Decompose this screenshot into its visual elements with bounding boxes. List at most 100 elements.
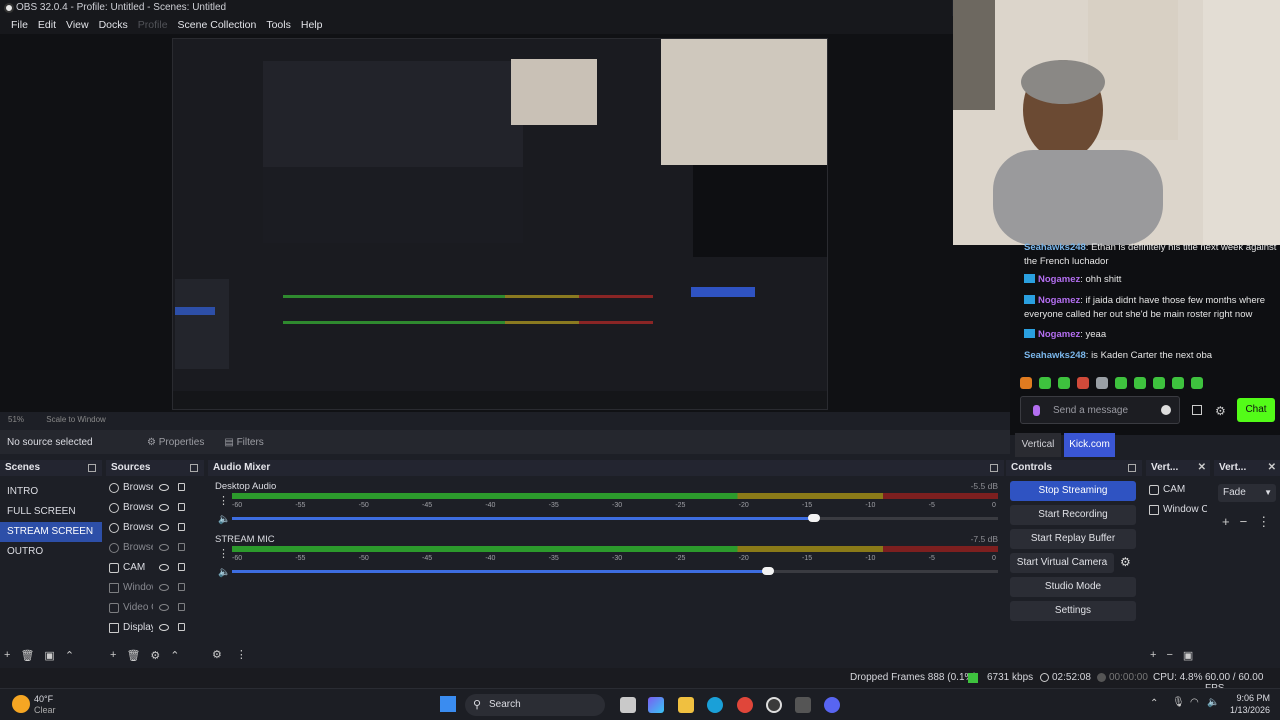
source-settings-icon[interactable]: ⚙ — [150, 649, 160, 662]
mixer-settings-icon[interactable]: ⚙ — [212, 648, 222, 661]
wifi-icon[interactable]: ◠ — [1190, 697, 1199, 708]
menu-scene-collection[interactable]: Scene Collection — [173, 16, 262, 34]
taskbar-search[interactable]: ⚲ Search — [465, 694, 605, 716]
gift-icon[interactable] — [1192, 405, 1202, 415]
dock-float-icon[interactable] — [88, 464, 96, 472]
properties-button[interactable]: ⚙ Properties — [147, 437, 204, 448]
start-virtual-camera-button[interactable]: Start Virtual Camera — [1010, 553, 1114, 573]
chat-send-button[interactable]: Chat — [1237, 398, 1275, 422]
remove-icon[interactable]: − — [1240, 514, 1248, 530]
menu-profile[interactable]: Profile — [133, 16, 173, 34]
chat-message-input[interactable]: Send a message — [1020, 396, 1180, 424]
edge-icon[interactable] — [707, 697, 723, 713]
remove-icon[interactable]: − — [1166, 649, 1172, 662]
taskbar-time[interactable]: 9:06 PM — [1230, 693, 1270, 703]
emote-icon[interactable] — [1020, 377, 1032, 389]
studio-mode-button[interactable]: Studio Mode — [1010, 577, 1136, 597]
visibility-eye-icon[interactable] — [159, 564, 169, 571]
hidden-eye-icon[interactable] — [159, 544, 169, 551]
menu-help[interactable]: Help — [296, 16, 328, 34]
task-view-icon[interactable] — [620, 697, 636, 713]
emote-icon[interactable] — [1191, 377, 1203, 389]
lock-icon[interactable] — [178, 563, 185, 571]
menu-docks[interactable]: Docks — [94, 16, 133, 34]
source-item[interactable]: Browser — [106, 538, 204, 558]
track-menu-icon[interactable]: ⋮ — [218, 547, 229, 560]
emote-icon[interactable] — [1134, 377, 1146, 389]
source-item[interactable]: CAM — [106, 558, 204, 578]
menu-edit[interactable]: Edit — [33, 16, 61, 34]
visibility-eye-icon[interactable] — [159, 504, 169, 511]
lock-icon[interactable] — [178, 543, 185, 551]
windows-start-icon[interactable] — [440, 696, 456, 712]
add-source-icon[interactable]: + — [110, 649, 116, 662]
lock-icon[interactable] — [178, 603, 185, 611]
visibility-eye-icon[interactable] — [159, 524, 169, 531]
settings-button[interactable]: Settings — [1010, 601, 1136, 621]
emote-icon[interactable] — [1115, 377, 1127, 389]
tab-vertical[interactable]: Vertical — [1015, 433, 1061, 457]
source-item[interactable]: Browser — [106, 498, 204, 518]
menu-file[interactable]: File — [6, 16, 33, 34]
move-up-icon[interactable]: ⌃ — [65, 649, 74, 662]
filters-button[interactable]: ▤ Filters — [224, 437, 263, 448]
lock-icon[interactable] — [178, 523, 185, 531]
remove-scene-icon[interactable]: 🗑 — [20, 649, 34, 662]
emote-icon[interactable] — [1039, 377, 1051, 389]
mic-icon[interactable] — [1033, 405, 1040, 416]
menu-tools[interactable]: Tools — [261, 16, 296, 34]
start-recording-button[interactable]: Start Recording — [1010, 505, 1136, 525]
vertical-source-item[interactable]: CAM — [1146, 480, 1210, 500]
volume-icon[interactable]: 🔈 — [1207, 697, 1219, 708]
zoom-level[interactable]: 51% — [8, 415, 24, 424]
source-item[interactable]: Video Capture — [106, 598, 204, 618]
lock-icon[interactable] — [178, 623, 185, 631]
scene-item[interactable]: OUTRO — [0, 542, 102, 562]
emoji-icon[interactable] — [1161, 405, 1171, 415]
vertical-source-item[interactable]: Window C... — [1146, 500, 1210, 520]
emote-icon[interactable] — [1058, 377, 1070, 389]
scene-item[interactable]: INTRO — [0, 482, 102, 502]
scale-mode[interactable]: Scale to Window — [46, 415, 106, 424]
emote-icon[interactable] — [1153, 377, 1165, 389]
app-icon[interactable] — [795, 697, 811, 713]
remove-source-icon[interactable]: 🗑 — [126, 649, 140, 662]
close-icon[interactable]: ✕ — [1198, 460, 1206, 476]
visibility-eye-icon[interactable] — [159, 484, 169, 491]
weather-icon[interactable] — [12, 695, 30, 713]
visibility-eye-icon[interactable] — [159, 624, 169, 631]
tray-chevron-icon[interactable]: ⌃ — [1150, 698, 1158, 709]
microphone-tray-icon[interactable]: 🎙 — [1172, 697, 1185, 708]
source-item[interactable]: Window Capture — [106, 578, 204, 598]
add-icon[interactable]: + — [1150, 649, 1156, 662]
properties-icon[interactable]: ▣ — [1183, 649, 1193, 662]
virtual-camera-gear-icon[interactable]: ⚙ — [1120, 555, 1131, 569]
menu-icon[interactable]: ⋮ — [1257, 514, 1270, 530]
gear-icon[interactable]: ⚙ — [1215, 404, 1226, 418]
add-icon[interactable]: + — [1222, 514, 1230, 530]
move-up-icon[interactable]: ⌃ — [170, 649, 179, 662]
dock-float-icon[interactable] — [990, 464, 998, 472]
scene-item[interactable]: FULL SCREEN — [0, 502, 102, 522]
speaker-icon[interactable]: 🔈 — [218, 514, 230, 525]
menu-view[interactable]: View — [61, 16, 94, 34]
obs-taskbar-icon[interactable] — [766, 697, 782, 713]
mixer-menu-icon[interactable]: ⋮ — [236, 648, 247, 661]
lock-icon[interactable] — [178, 483, 185, 491]
start-replay-buffer-button[interactable]: Start Replay Buffer — [1010, 529, 1136, 549]
file-explorer-icon[interactable] — [678, 697, 694, 713]
filters-icon[interactable]: ▣ — [44, 649, 54, 662]
transition-select[interactable]: Fade ▼ — [1218, 484, 1276, 502]
volume-slider-handle[interactable] — [762, 567, 775, 575]
discord-icon[interactable] — [824, 697, 840, 713]
scene-item-selected[interactable]: STREAM SCREEN — [0, 522, 102, 542]
source-item[interactable]: Browser — [106, 478, 204, 498]
tab-kick[interactable]: Kick.com — [1064, 433, 1115, 457]
lock-icon[interactable] — [178, 503, 185, 511]
lock-icon[interactable] — [178, 583, 185, 591]
hidden-eye-icon[interactable] — [159, 584, 169, 591]
taskbar-date[interactable]: 1/13/2026 — [1224, 705, 1270, 715]
stop-streaming-button[interactable]: Stop Streaming — [1010, 481, 1136, 501]
emote-icon[interactable] — [1172, 377, 1184, 389]
source-item[interactable]: Display — [106, 618, 204, 638]
